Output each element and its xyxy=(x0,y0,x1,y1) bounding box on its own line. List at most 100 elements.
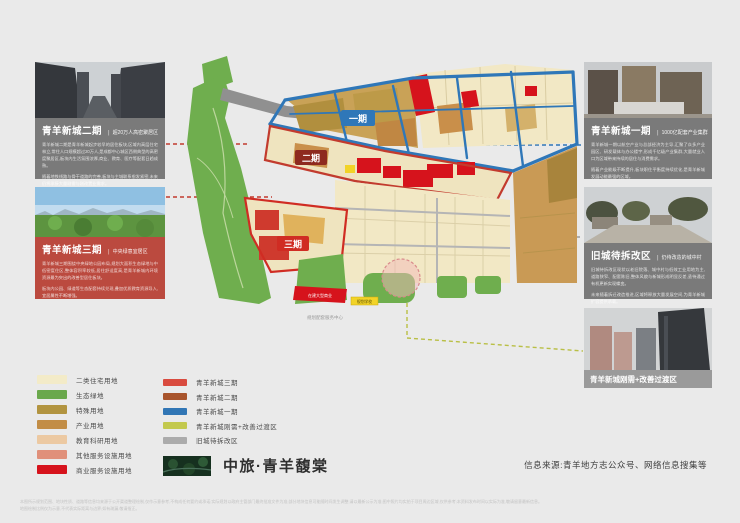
legend-label: 产业用地 xyxy=(76,420,104,430)
legend-label: 二类住宅用地 xyxy=(76,375,118,385)
badge-phase3-label: 三期 xyxy=(284,239,302,250)
legend-label: 旧城待拆改区 xyxy=(196,435,238,445)
map-east-tan xyxy=(513,146,577,283)
map-highlight-circle xyxy=(382,259,420,297)
card-phase1-title: 青羊新城一期 xyxy=(591,123,651,137)
legend-item-special: 特殊用地 xyxy=(37,402,132,417)
legend-item-phase1: 青羊新城一期 xyxy=(163,404,277,419)
swatch-industry xyxy=(37,420,67,429)
legend-label: 商业服务设施用地 xyxy=(76,465,132,475)
card-phase1: 青羊新城一期 | 1000亿配套产业集群 青羊新城一期以航空产业与总部经济为主导… xyxy=(584,62,712,179)
legend-item-oldtown: 旧城待拆改区 xyxy=(163,433,277,448)
card-oldtown-para1: 旧城待拆改区现状以老旧院落、城中村与低效工业用地为主,道路狭窄、配套陈旧,整体风… xyxy=(591,267,705,288)
swatch-residential xyxy=(37,375,67,384)
card-phase2-title: 青羊新城二期 xyxy=(42,123,102,137)
map-north-khaki xyxy=(287,78,418,148)
legend-item-transition: 青羊新城刚需+改善过渡区 xyxy=(163,419,277,434)
card-phase3-subtitle: 中央绿意宜居区 xyxy=(113,248,148,255)
card-transition-photo xyxy=(584,308,712,370)
card-phase3-title: 青羊新城三期 xyxy=(42,242,102,256)
legend-item-eco-green: 生态绿地 xyxy=(37,387,132,402)
legend-landuse: 二类住宅用地 生态绿地 特殊用地 产业用地 教育科研用地 其他服务设施用地 商业… xyxy=(37,372,132,477)
planning-map: 在建大型商业 规划学校 规划配套服务中心 一期 二期 三期 xyxy=(175,48,580,353)
legend-label: 其他服务设施用地 xyxy=(76,450,132,460)
map-caption: 规划配套服务中心 xyxy=(307,314,343,321)
map-north-cream xyxy=(415,64,575,148)
badge-phase1-label: 一期 xyxy=(349,113,367,124)
card-phase1-divider: | xyxy=(657,130,659,136)
footer-disclaimer: 本图所示规划范围、地块性质、道路等信息均来源于公开渠道整理绘制,仅作示意参考,不… xyxy=(20,499,720,513)
map-phase3-district xyxy=(245,198,347,272)
map-special-band xyxy=(220,88,327,121)
card-phase2: 青羊新城二期 | 超20万人高密聚居区 青羊新城二期是青羊新城起步较早的居住板块… xyxy=(35,62,165,179)
legend-label: 青羊新城刚需+改善过渡区 xyxy=(196,421,277,431)
map-yellow-chip xyxy=(351,297,378,305)
card-phase1-para2: 随着产业能级不断提升,板块职住平衡度持续优化,是青羊新城发展动能最强的区域。 xyxy=(591,167,705,181)
swatch-phase2 xyxy=(163,393,187,400)
legend-label: 教育科研用地 xyxy=(76,435,118,445)
brand-name: 中旅·青羊馥棠 xyxy=(223,455,329,476)
badge-phase3: 三期 xyxy=(277,236,309,251)
card-phase1-para1: 青羊新城一期以航空产业与总部经济为主导,汇聚了众多产业园区、研发载体与办公楼宇,… xyxy=(591,142,705,163)
swatch-eco-green xyxy=(37,390,67,399)
swatch-phase1 xyxy=(163,408,187,415)
legend-item-phase3: 青羊新城三期 xyxy=(163,375,277,390)
card-phase2-photo xyxy=(35,62,165,118)
card-phase3-para1: 青羊新城三期围绕中央绿地公园布局,规划大面积生态绿地与中低密度住区,整体容积率较… xyxy=(42,261,158,282)
badge-phase2: 二期 xyxy=(295,150,327,165)
card-phase3-body: 青羊新城三期围绕中央绿地公园布局,规划大面积生态绿地与中低密度住区,整体容积率较… xyxy=(35,259,165,310)
badge-phase1: 一期 xyxy=(341,110,375,126)
card-oldtown-subtitle: 仍待改造的城中村 xyxy=(662,254,702,261)
map-eco-green xyxy=(187,56,271,304)
card-oldtown-para2: 未来随着拆迁改造推进,区域将释放大量发展空间,为青羊新城扩容提供承载。 xyxy=(591,292,705,306)
card-oldtown-title: 旧城待拆改区 xyxy=(591,248,651,262)
legend-item-residential: 二类住宅用地 xyxy=(37,372,132,387)
card-phase2-subtitle: 超20万人高密聚居区 xyxy=(113,129,159,136)
swatch-phase3 xyxy=(163,379,187,386)
planning-poster: 在建大型商业 规划学校 规划配套服务中心 一期 二期 三期 xyxy=(0,0,740,523)
legend-item-phase2: 青羊新城二期 xyxy=(163,390,277,405)
swatch-other-service xyxy=(37,450,67,459)
swatch-transition xyxy=(163,422,187,429)
map-red-strip-label: 在建大型商业 xyxy=(308,292,332,298)
card-phase2-para1: 青羊新城二期是青羊新城起步较早的居住板块,区域内高层住宅林立,常住人口规模超过2… xyxy=(42,142,158,170)
legend-item-commercial: 商业服务设施用地 xyxy=(37,462,132,477)
card-phase2-para2: 随着地铁线路与骨干道路的完善,板块与主城联系愈发紧密,未来仍将承接大量刚需与刚改… xyxy=(42,174,158,188)
legend-label: 青羊新城一期 xyxy=(196,406,238,416)
card-oldtown-divider: | xyxy=(657,255,659,261)
legend-item-other-service: 其他服务设施用地 xyxy=(37,447,132,462)
footer-line1: 本图所示规划范围、地块性质、道路等信息均来源于公开渠道整理绘制,仅作示意参考,不… xyxy=(20,499,720,506)
card-phase1-subtitle: 1000亿配套产业集群 xyxy=(662,129,708,136)
card-oldtown: 旧城待拆改区 | 仍待改造的城中村 旧城待拆改区现状以老旧院落、城中村与低效工业… xyxy=(584,187,712,299)
brand-row: 中旅·青羊馥棠 xyxy=(163,455,329,476)
footer-line2: 地图绘制比例仅为示意,不代表实际距离与边界;如有疏漏,敬请指正。 xyxy=(20,506,720,513)
map-red-parcel xyxy=(408,74,435,116)
card-phase3-divider: | xyxy=(108,249,110,255)
map-yellow-chip-label: 规划学校 xyxy=(357,299,372,304)
swatch-special xyxy=(37,405,67,414)
swatch-oldtown xyxy=(163,437,187,444)
card-transition: 青羊新城刚需+改善过渡区 xyxy=(584,308,712,388)
swatch-commercial xyxy=(37,465,67,474)
card-phase3: 青羊新城三期 | 中央绿意宜居区 青羊新城三期围绕中央绿地公园布局,规划大面积生… xyxy=(35,187,165,299)
swatch-education xyxy=(37,435,67,444)
card-oldtown-photo xyxy=(584,187,712,243)
map-south-parks xyxy=(295,254,501,304)
legend-label: 特殊用地 xyxy=(76,405,104,415)
card-transition-title: 青羊新城刚需+改善过渡区 xyxy=(584,370,712,389)
card-phase1-photo xyxy=(584,62,712,118)
map-red-strip xyxy=(293,286,347,303)
card-phase3-para2: 板块内公园、绿道等生态配套持续兑现,叠加优质教育资源导入,宜居属性不断增强。 xyxy=(42,286,158,300)
card-phase3-photo xyxy=(35,187,165,237)
brand-thumbnail xyxy=(163,456,211,476)
legend-item-education: 教育科研用地 xyxy=(37,432,132,447)
card-phase2-divider: | xyxy=(108,130,110,136)
legend-label: 青羊新城二期 xyxy=(196,392,238,402)
map-south-grid xyxy=(335,180,510,283)
legend-label: 青羊新城三期 xyxy=(196,377,238,387)
connector-transition xyxy=(407,296,583,351)
badge-phase2-label: 二期 xyxy=(302,153,320,164)
map-phase2-belt xyxy=(265,126,511,200)
legend-label: 生态绿地 xyxy=(76,390,104,400)
map-blue-roads xyxy=(270,72,577,171)
